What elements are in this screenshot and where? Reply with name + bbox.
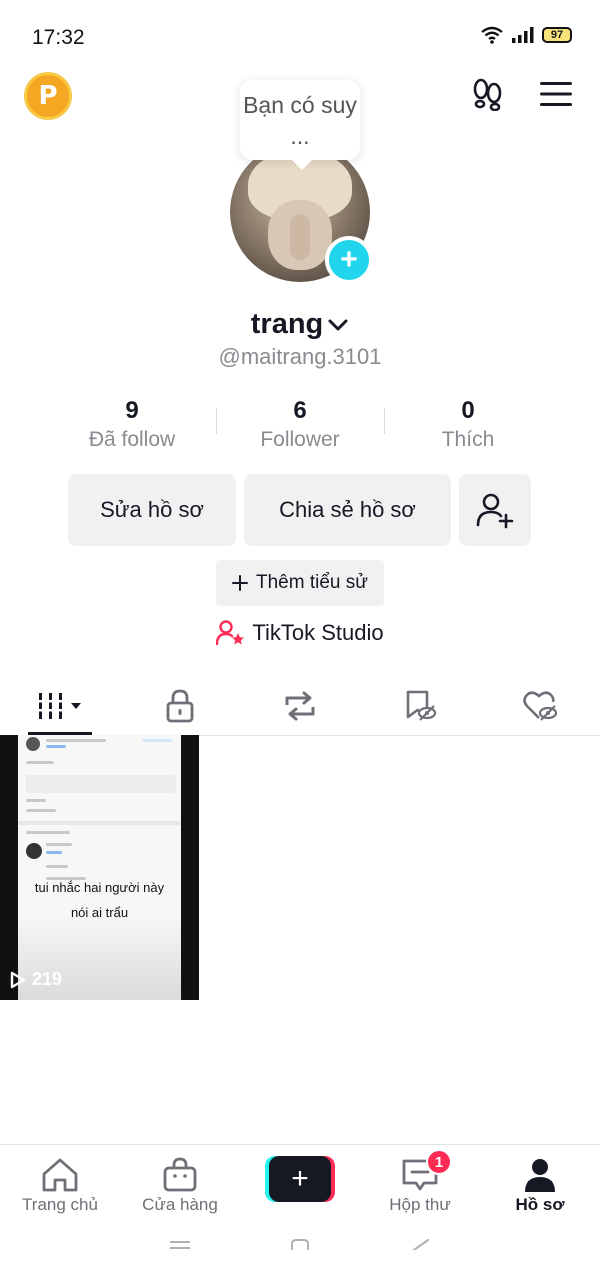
points-badge[interactable]: P (24, 72, 72, 120)
nav-inbox[interactable]: 1 Hộp thư (360, 1145, 480, 1226)
footprints-icon (473, 78, 502, 111)
stat-label: Follower (260, 428, 340, 451)
add-user-icon (476, 493, 514, 529)
tiktok-studio-label: TikTok Studio (252, 620, 384, 645)
home-nav-icon[interactable] (288, 1238, 312, 1250)
tab-liked[interactable] (480, 676, 600, 735)
liked-hidden-icon (523, 690, 558, 721)
back-icon[interactable] (408, 1238, 432, 1250)
video-caption-line2: nói ai trẩu (70, 905, 129, 920)
nav-home[interactable]: Trang chủ (0, 1145, 120, 1226)
content-tabs (0, 676, 600, 736)
chevron-down-icon (328, 319, 348, 330)
tab-favorites[interactable] (360, 676, 480, 735)
create-icon: + (269, 1155, 331, 1202)
nav-profile[interactable]: Hồ sơ (480, 1145, 600, 1226)
wifi-icon (481, 26, 503, 44)
creator-star-icon (216, 620, 245, 646)
video-caption-line1: tui nhắc hai người này (34, 880, 165, 895)
system-nav (0, 1238, 600, 1263)
bottom-nav: Trang chủ Cửa hàng + 1 Hộp thư Hồ sơ (0, 1144, 600, 1226)
grid-icon (36, 692, 81, 719)
stats-row: 9 Đã follow 6 Follower 0 Thích (48, 396, 552, 454)
stat-value: 6 (293, 397, 307, 424)
create-button[interactable]: + (265, 1155, 335, 1202)
add-friend-button[interactable] (459, 474, 531, 546)
bookmark-hidden-icon (406, 690, 437, 721)
status-icons: 97 (480, 26, 572, 44)
avatar-add-button[interactable]: + (325, 236, 373, 284)
video-thumbnail[interactable]: tui nhắc hai người này nói ai trẩu 219 (0, 735, 199, 1000)
inbox-badge: 1 (426, 1149, 452, 1175)
stat-label: Thích (441, 428, 495, 451)
profile-icon (525, 1158, 555, 1192)
hamburger-menu-icon (540, 82, 572, 106)
note-bubble[interactable]: Bạn có suy ... (240, 80, 360, 170)
profile-actions: Sửa hồ sơ Chia sẻ hồ sơ (68, 474, 531, 546)
tiktok-studio-link[interactable]: TikTok Studio (0, 620, 600, 646)
nav-shop[interactable]: Cửa hàng (120, 1145, 240, 1226)
nav-inbox-label: Hộp thư (389, 1194, 451, 1214)
lock-icon (166, 689, 194, 722)
tab-private[interactable] (120, 676, 240, 735)
status-bar: 17:32 97 (0, 0, 600, 70)
share-profile-button[interactable]: Chia sẻ hồ sơ (244, 474, 451, 546)
stat-likes[interactable]: 0 Thích (384, 396, 552, 454)
stat-label: Đã follow (88, 428, 176, 451)
tab-reposts[interactable] (240, 676, 360, 735)
add-bio-button[interactable]: Thêm tiểu sử (216, 560, 384, 606)
username-row[interactable]: trang (0, 308, 600, 341)
user-handle: @maitrang.3101 (218, 344, 382, 369)
stat-followers[interactable]: 6 Follower (216, 396, 384, 454)
plus-icon (232, 575, 248, 591)
play-icon (10, 971, 26, 988)
battery-icon: 97 (542, 27, 572, 43)
view-count-value: 219 (32, 969, 63, 989)
nav-shop-label: Cửa hàng (142, 1194, 218, 1214)
shop-icon (163, 1157, 197, 1191)
nav-profile-label: Hồ sơ (515, 1194, 565, 1214)
status-time: 17:32 (32, 26, 85, 49)
menu-button[interactable] (538, 76, 574, 112)
nav-create[interactable]: + (240, 1145, 360, 1226)
footprints-button[interactable] (470, 76, 506, 112)
edit-profile-button[interactable]: Sửa hồ sơ (68, 474, 236, 546)
repost-icon (285, 691, 315, 720)
signal-icon (512, 27, 534, 43)
stat-value: 0 (461, 397, 475, 424)
nav-home-label: Trang chủ (22, 1194, 98, 1214)
display-name: trang (250, 308, 324, 340)
view-count: 219 (10, 969, 62, 990)
points-letter: P (38, 81, 58, 111)
stat-value: 9 (125, 397, 139, 424)
recent-apps-icon[interactable] (168, 1238, 192, 1250)
add-bio-label: Thêm tiểu sử (256, 572, 368, 593)
top-right-actions (470, 76, 574, 112)
tab-videos[interactable] (0, 676, 120, 735)
home-icon (42, 1158, 78, 1191)
stat-following[interactable]: 9 Đã follow (48, 396, 216, 454)
